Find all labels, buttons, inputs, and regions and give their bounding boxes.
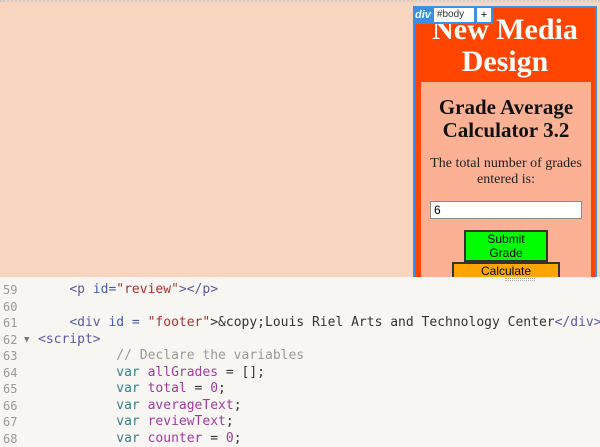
- selector-input[interactable]: #body: [434, 8, 474, 22]
- code-text: var averageText;: [38, 398, 242, 415]
- code-line[interactable]: 64 var allGrades = [];: [0, 365, 600, 382]
- code-token: ;: [226, 414, 234, 429]
- code-line[interactable]: 66 var averageText;: [0, 398, 600, 415]
- code-token: // Declare the variables: [116, 348, 304, 363]
- submit-grade-button[interactable]: Submit Grade: [464, 230, 548, 262]
- code-token: var: [116, 381, 147, 396]
- code-token: id =: [108, 315, 147, 330]
- code-token: counter: [148, 431, 203, 446]
- code-token: =: [202, 431, 225, 446]
- code-token: averageText: [148, 398, 234, 413]
- element-tag-label: div: [415, 9, 431, 21]
- code-token: var: [116, 414, 147, 429]
- line-number: 62: [3, 332, 17, 349]
- code-token: [38, 315, 69, 330]
- code-line[interactable]: 59 <p id="review"></p>: [0, 282, 600, 299]
- code-token: id=: [93, 282, 116, 297]
- code-line[interactable]: 67 var reviewText;: [0, 414, 600, 431]
- code-text: var allGrades = [];: [38, 365, 265, 382]
- code-text: <script>: [38, 332, 101, 349]
- code-text: var reviewText;: [38, 414, 234, 431]
- code-token: "footer": [148, 315, 211, 330]
- code-token: 0: [226, 431, 234, 446]
- code-token: <div: [69, 315, 108, 330]
- line-number: 66: [3, 398, 17, 415]
- code-token: var: [116, 365, 147, 380]
- code-line[interactable]: 63 // Declare the variables: [0, 348, 600, 365]
- code-line[interactable]: 61 <div id = "footer">&copy;Louis Riel A…: [0, 315, 600, 332]
- fold-arrow-icon[interactable]: ▼: [24, 332, 29, 349]
- code-token: <script>: [38, 332, 101, 347]
- resize-handle[interactable]: [505, 278, 535, 281]
- code-token: [38, 348, 116, 363]
- calculator-box: Grade Average Calculator 3.2 The total n…: [421, 82, 591, 277]
- line-number: 61: [3, 315, 17, 332]
- code-line[interactable]: 60: [0, 299, 600, 316]
- calculator-heading: Grade Average Calculator 3.2: [421, 96, 591, 142]
- code-token: [38, 398, 116, 413]
- code-token: var: [116, 431, 147, 446]
- code-token: 0: [210, 381, 218, 396]
- code-text: // Declare the variables: [38, 348, 304, 365]
- line-number: 63: [3, 348, 17, 365]
- code-token: [38, 381, 116, 396]
- code-token: <p: [69, 282, 92, 297]
- code-line[interactable]: 65 var total = 0;: [0, 381, 600, 398]
- code-editor[interactable]: 59 <p id="review"></p>6061 <div id = "fo…: [0, 282, 600, 447]
- count-label: The total number of grades entered is:: [421, 156, 591, 188]
- code-text: <div id = "footer">&copy;Louis Riel Arts…: [38, 315, 600, 332]
- line-number: 60: [3, 299, 17, 316]
- add-selector-button[interactable]: +: [477, 8, 491, 22]
- code-token: = [];: [218, 365, 265, 380]
- code-token: [38, 431, 116, 446]
- code-token: [38, 365, 116, 380]
- line-number: 64: [3, 365, 17, 382]
- code-token: reviewText: [148, 414, 226, 429]
- line-number: 68: [3, 431, 17, 447]
- grade-count-input[interactable]: 6: [430, 201, 582, 219]
- code-token: </div>: [555, 315, 600, 330]
- line-number: 65: [3, 381, 17, 398]
- code-token: [38, 282, 69, 297]
- line-number: 67: [3, 414, 17, 431]
- code-line[interactable]: 68 var counter = 0;: [0, 431, 600, 447]
- code-token: [38, 414, 116, 429]
- element-selector-badge: div #body +: [413, 6, 493, 24]
- code-token: >&copy;Louis Riel Arts and Technology Ce…: [210, 315, 554, 330]
- code-text: <p id="review"></p>: [38, 282, 218, 299]
- code-token: "review": [116, 282, 179, 297]
- selected-body-element[interactable]: New Media Design Grade Average Calculato…: [413, 6, 597, 277]
- line-number: 59: [3, 282, 17, 299]
- code-token: =: [187, 381, 210, 396]
- code-token: total: [148, 381, 187, 396]
- code-token: ;: [234, 431, 242, 446]
- code-token: allGrades: [148, 365, 218, 380]
- calculate-average-button[interactable]: Calculate Average: [452, 262, 560, 277]
- code-text: var counter = 0;: [38, 431, 242, 447]
- preview-pane: New Media Design Grade Average Calculato…: [0, 0, 600, 277]
- code-line[interactable]: 62 ▼ <script>: [0, 332, 600, 349]
- code-text: var total = 0;: [38, 381, 226, 398]
- code-token: var: [116, 398, 147, 413]
- code-token: ></p>: [179, 282, 218, 297]
- code-token: ;: [234, 398, 242, 413]
- code-token: ;: [218, 381, 226, 396]
